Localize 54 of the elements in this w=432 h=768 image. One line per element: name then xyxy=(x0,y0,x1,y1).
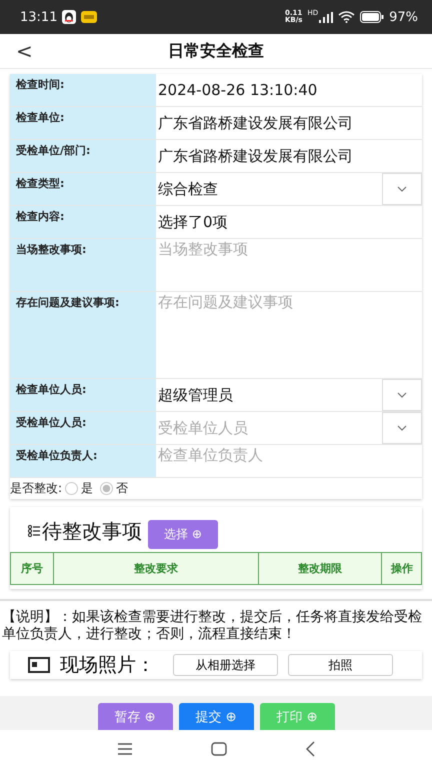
page-title: 日常安全检查 xyxy=(168,40,264,62)
back-icon[interactable] xyxy=(305,741,315,757)
field-value: 2024-08-26 13:10:40 xyxy=(157,80,318,101)
field-value: 选择了0项 xyxy=(157,212,228,233)
chevron-down-icon xyxy=(397,392,407,398)
action-button[interactable]: 打印 ⊕ xyxy=(260,703,334,730)
menu-icon[interactable] xyxy=(117,743,133,755)
field-label: 存在问题及建议事项: xyxy=(10,292,156,378)
field-label: 受检单位人员: xyxy=(10,412,156,444)
column-header: 操作 xyxy=(381,553,422,584)
back-button[interactable]: < xyxy=(10,39,39,63)
list-icon xyxy=(28,524,40,538)
field-label: 检查时间: xyxy=(10,74,156,106)
section-title: 待整改事项 xyxy=(42,518,142,544)
app-badge-icon xyxy=(81,11,98,23)
radio-button[interactable] xyxy=(100,482,114,495)
input-field[interactable]: 存在问题及建议事项 xyxy=(156,292,422,378)
field-label: 受检单位/部门: xyxy=(10,140,156,172)
field-label: 受检单位负责人: xyxy=(10,445,156,477)
input-field[interactable]: 当场整改事项 xyxy=(156,239,422,291)
photo-button[interactable]: 从相册选择 xyxy=(173,654,278,676)
column-header: 整改要求 xyxy=(53,553,258,584)
column-header: 整改期限 xyxy=(258,553,381,584)
select-field[interactable]: 综合检查 xyxy=(156,173,422,205)
radio-label: 是 xyxy=(81,480,94,497)
signal-icon xyxy=(319,12,334,22)
section-title: 现场照片： xyxy=(60,654,155,676)
photo-button[interactable]: 拍照 xyxy=(288,654,393,676)
select-button[interactable]: 选择 ⊕ xyxy=(148,520,218,549)
radio-button[interactable] xyxy=(65,482,78,495)
field-value: 广东省路桥建设发展有限公司 xyxy=(157,146,353,167)
note-text: 【说明】：如果该检查需要进行整改，提交后，任务将直接发给受检单位负责人，进行整改；否则，流程直接结束！ xyxy=(0,599,432,649)
status-time: 13:11 xyxy=(20,10,58,24)
image-icon xyxy=(28,657,50,673)
select-field[interactable]: 受检单位人员 xyxy=(156,412,422,444)
battery-icon xyxy=(360,11,384,23)
field-value: 广东省路桥建设发展有限公司 xyxy=(157,113,353,134)
home-icon[interactable] xyxy=(211,742,227,756)
action-button[interactable]: 提交 ⊕ xyxy=(178,703,254,730)
wifi-icon xyxy=(338,11,356,23)
column-header: 序号 xyxy=(20,561,44,577)
field-label: 检查单位人员: xyxy=(10,379,156,411)
field-label: 检查单位: xyxy=(10,107,156,139)
radio-label: 否 xyxy=(116,480,128,497)
field-label: 检查类型: xyxy=(10,173,156,205)
select-field[interactable]: 超级管理员 xyxy=(156,379,422,411)
field-label: 当场整改事项: xyxy=(10,239,156,291)
battery-level: 97% xyxy=(389,10,418,24)
chevron-down-icon xyxy=(397,425,407,431)
input-field[interactable]: 检查单位负责人 xyxy=(156,445,422,477)
action-button[interactable]: 暂存 ⊕ xyxy=(98,703,172,730)
field-label: 是否整改: xyxy=(10,480,62,497)
field-label: 检查内容: xyxy=(10,206,156,238)
chevron-down-icon xyxy=(397,186,407,192)
